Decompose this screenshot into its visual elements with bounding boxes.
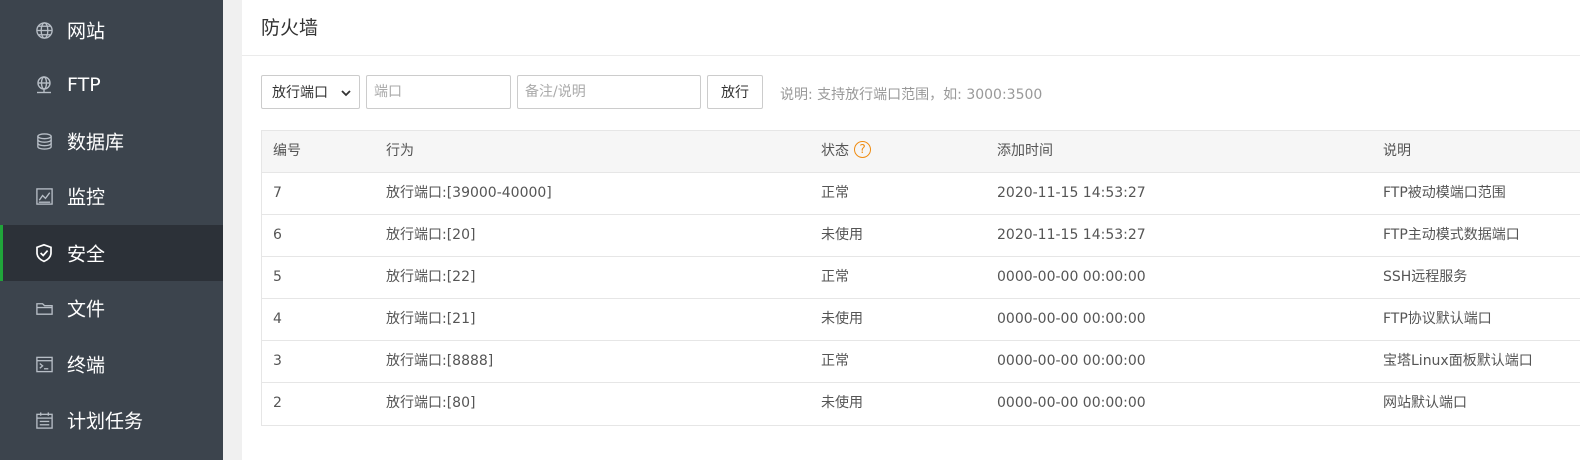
chevron-down-icon [340,87,352,103]
sidebar-item-files[interactable]: 文件 [0,280,223,336]
cell-note: SSH远程服务 [1383,269,1468,285]
cell-status: 未使用 [821,311,863,327]
header-note: 说明 [1383,143,1411,159]
sidebar-item-label: 文件 [67,298,106,321]
table-row: 3 放行端口:[8888] 正常 0000-00-00 00:00:00 宝塔L… [262,341,1580,383]
allow-button[interactable]: 放行 [707,75,763,109]
action-select[interactable]: 放行端口 [261,75,360,109]
cell-added-time: 0000-00-00 00:00:00 [997,395,1146,411]
calendar-icon [34,410,54,430]
cell-id: 5 [273,269,282,285]
cell-status: 未使用 [821,227,863,243]
ftp-icon [34,75,54,95]
cell-id: 4 [273,311,282,327]
cell-id: 7 [273,185,282,201]
cell-note: FTP协议默认端口 [1383,311,1492,327]
sidebar-item-label: FTP [67,74,101,96]
sidebar: 网站 FTP 数据库 监控 安全 文件 终端 计划任务 [0,0,223,460]
sidebar-item-label: 终端 [67,354,106,377]
cell-id: 6 [273,227,282,243]
monitor-chart-icon [34,186,54,206]
table-row: 7 放行端口:[39000-40000] 正常 2020-11-15 14:53… [262,173,1580,215]
cell-added-time: 0000-00-00 00:00:00 [997,269,1146,285]
page-title: 防火墙 [261,17,319,39]
sidebar-item-terminal[interactable]: 终端 [0,336,223,392]
firewall-table: 编号 行为 状态? 添加时间 说明 7 放行端口:[39000-40000] 正… [261,130,1580,426]
title-divider [242,55,1580,56]
cell-status: 正常 [821,185,849,201]
cell-action: 放行端口:[39000-40000] [386,185,552,201]
sidebar-item-label: 计划任务 [67,410,144,433]
cell-action: 放行端口:[22] [386,269,476,285]
table-header-row: 编号 行为 状态? 添加时间 说明 [262,131,1580,173]
header-status-label: 状态 [821,143,849,159]
database-icon [34,131,54,151]
sidebar-item-monitor[interactable]: 监控 [0,168,223,224]
sidebar-item-database[interactable]: 数据库 [0,113,223,169]
cell-status: 正常 [821,353,849,369]
header-status: 状态? [821,131,871,172]
terminal-icon [34,354,54,374]
cell-status: 正常 [821,269,849,285]
shield-check-icon [34,243,54,263]
cell-note: FTP被动模端口范围 [1383,185,1506,201]
action-select-value: 放行端口 [272,85,328,101]
note-input[interactable] [517,75,701,109]
cell-added-time: 2020-11-15 14:53:27 [997,227,1146,243]
sidebar-item-website[interactable]: 网站 [0,2,223,58]
hint-text: 说明: 支持放行端口范围，如: 3000:3500 [780,87,1043,103]
port-input[interactable] [366,75,511,109]
main-panel: 防火墙 放行端口 放行 说明: 支持放行端口范围，如: 3000:3500 编号… [242,0,1580,460]
sidebar-item-ftp[interactable]: FTP [0,57,223,113]
cell-added-time: 0000-00-00 00:00:00 [997,311,1146,327]
cell-note: FTP主动模式数据端口 [1383,227,1520,243]
table-row: 5 放行端口:[22] 正常 0000-00-00 00:00:00 SSH远程… [262,257,1580,299]
header-added-time: 添加时间 [997,143,1053,159]
cell-action: 放行端口:[21] [386,311,476,327]
cell-action: 放行端口:[80] [386,395,476,411]
sidebar-item-cron[interactable]: 计划任务 [0,392,223,448]
cell-action: 放行端口:[8888] [386,353,494,369]
cell-id: 3 [273,353,282,369]
header-id: 编号 [273,143,301,159]
sidebar-item-label: 网站 [67,20,106,43]
table-row: 4 放行端口:[21] 未使用 0000-00-00 00:00:00 FTP协… [262,299,1580,341]
sidebar-item-label: 安全 [67,243,106,266]
cell-added-time: 2020-11-15 14:53:27 [997,185,1146,201]
table-row: 2 放行端口:[80] 未使用 0000-00-00 00:00:00 网站默认… [262,383,1580,425]
sidebar-item-label: 监控 [67,186,106,209]
cell-action: 放行端口:[20] [386,227,476,243]
cell-id: 2 [273,395,282,411]
globe-icon [34,20,54,40]
cell-note: 网站默认端口 [1383,395,1467,411]
cell-status: 未使用 [821,395,863,411]
header-action: 行为 [386,143,414,159]
cell-added-time: 0000-00-00 00:00:00 [997,353,1146,369]
folder-icon [34,298,54,318]
sidebar-item-label: 数据库 [67,131,125,154]
cell-note: 宝塔Linux面板默认端口 [1383,353,1533,369]
help-icon[interactable]: ? [854,141,871,158]
table-row: 6 放行端口:[20] 未使用 2020-11-15 14:53:27 FTP主… [262,215,1580,257]
sidebar-item-security[interactable]: 安全 [0,225,223,281]
